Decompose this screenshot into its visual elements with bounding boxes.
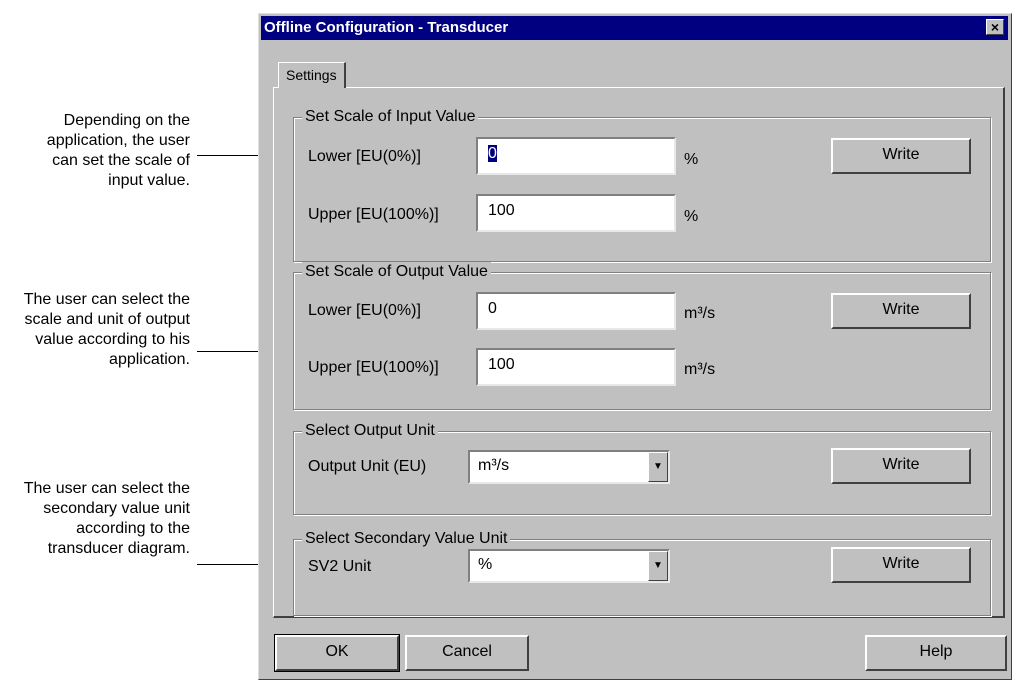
output-upper-label: Upper [EU(100%)] <box>308 359 439 376</box>
tab-settings[interactable]: Settings <box>278 62 346 88</box>
annotation-output-scale: The user can select the scale and unit o… <box>23 291 190 368</box>
input-scale-write-button[interactable]: Write <box>831 138 971 174</box>
sv2-unit-select[interactable]: % ▼ <box>468 549 670 583</box>
input-upper-value: 100 <box>488 202 515 219</box>
output-unit-write-button[interactable]: Write <box>831 448 971 484</box>
sv2-unit-label: SV2 Unit <box>308 558 372 575</box>
offline-configuration-dialog: Offline Configuration - Transducer × Set… <box>258 13 1012 680</box>
secondary-unit-group-label: Select Secondary Value Unit <box>302 529 511 549</box>
input-lower-unit: % <box>684 151 699 168</box>
sv2-unit-value: % <box>478 556 493 573</box>
input-lower-value: 0 <box>488 145 497 162</box>
secondary-unit-write-button[interactable]: Write <box>831 547 971 583</box>
cancel-button[interactable]: Cancel <box>405 635 529 671</box>
input-lower-field[interactable]: 0 <box>476 137 676 175</box>
close-button[interactable]: × <box>986 19 1004 35</box>
input-lower-label: Lower [EU(0%)] <box>308 148 421 165</box>
input-upper-unit: % <box>684 208 699 225</box>
output-lower-unit: m³/s <box>684 305 716 322</box>
output-upper-field[interactable]: 100 <box>476 348 676 386</box>
output-unit-group-label: Select Output Unit <box>302 421 438 441</box>
output-unit-label: Output Unit (EU) <box>308 458 427 475</box>
output-scale-write-button[interactable]: Write <box>831 293 971 329</box>
output-lower-field[interactable]: 0 <box>476 292 676 330</box>
output-scale-group-label: Set Scale of Output Value <box>302 262 491 282</box>
chevron-down-icon[interactable]: ▼ <box>648 452 668 482</box>
input-scale-group-label: Set Scale of Input Value <box>302 107 479 127</box>
chevron-down-icon[interactable]: ▼ <box>648 551 668 581</box>
help-button[interactable]: Help <box>865 635 1007 671</box>
output-upper-value: 100 <box>488 356 515 373</box>
output-lower-label: Lower [EU(0%)] <box>308 302 421 319</box>
close-icon: × <box>990 19 1000 35</box>
input-upper-label: Upper [EU(100%)] <box>308 206 439 223</box>
output-lower-value: 0 <box>488 300 497 317</box>
annotation-secondary-unit: The user can select the secondary value … <box>23 480 190 557</box>
ok-button[interactable]: OK <box>274 634 400 672</box>
input-upper-field[interactable]: 100 <box>476 194 676 232</box>
output-upper-unit: m³/s <box>684 361 716 378</box>
output-unit-value: m³/s <box>478 457 510 474</box>
annotation-input-scale: Depending on the application, the user c… <box>46 112 190 189</box>
output-unit-select[interactable]: m³/s ▼ <box>468 450 670 484</box>
title-bar: Offline Configuration - Transducer × <box>261 16 1008 40</box>
dialog-title: Offline Configuration - Transducer <box>264 19 509 36</box>
